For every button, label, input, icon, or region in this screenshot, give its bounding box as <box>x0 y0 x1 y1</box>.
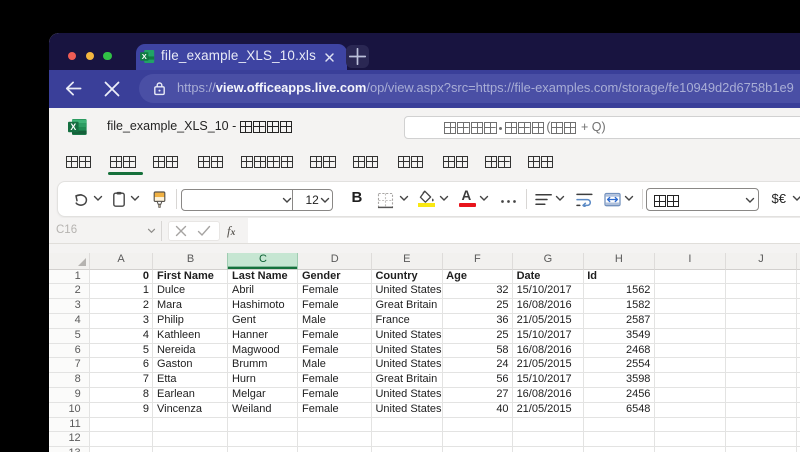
svg-text:X: X <box>141 52 146 61</box>
svg-text:X: X <box>70 122 76 132</box>
